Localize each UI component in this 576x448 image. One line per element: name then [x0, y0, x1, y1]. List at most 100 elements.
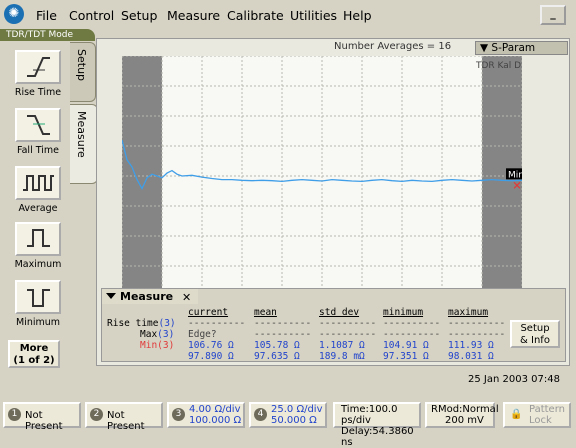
time-line2: Delay:54.3860 ns — [341, 426, 414, 448]
mode-tab[interactable]: TDR/TDT Mode — [0, 29, 95, 41]
rmod-line2: 200 mV — [445, 415, 484, 426]
sparam-label: S-Param — [491, 42, 536, 54]
rise-time-button[interactable]: Rise Time — [10, 50, 66, 98]
channel-3-num: 3 — [172, 408, 185, 421]
channel-4-scale: 25.0 Ω/div 50.000 Ω — [271, 404, 323, 426]
average-button[interactable]: Average — [10, 166, 66, 214]
col-header: std dev — [319, 307, 360, 318]
number-averages: Number Averages = 16 — [334, 41, 452, 52]
more-label: More — [19, 343, 49, 354]
timebase-text: Time:100.0 ps/div Delay:54.3860 ns — [341, 404, 419, 448]
row-label-rise: Rise time(3) — [107, 318, 176, 329]
col-header: minimum — [383, 307, 424, 318]
row-label-max: Max(3) — [107, 329, 176, 340]
col-value: ---------- — [448, 329, 506, 340]
time-line1: Time:100.0 ps/div — [341, 404, 398, 426]
col-value: ---------- — [254, 329, 312, 340]
date-time: 25 Jan 2003 07:48 — [468, 374, 560, 385]
more-button[interactable]: More (1 of 2) — [8, 340, 60, 368]
col-value: 97.890 Ω — [188, 351, 234, 362]
rmod-button[interactable]: RMod:Normal 200 mV — [425, 402, 499, 428]
tab-setup-label: Setup — [75, 49, 88, 82]
menu-measure[interactable]: Measure — [167, 8, 220, 23]
col-value: ---------- — [383, 329, 441, 340]
channel-3-button[interactable]: 3 4.00 Ω/div 100.000 Ω — [167, 402, 245, 428]
channel-4-button[interactable]: 4 25.0 Ω/div 50.000 Ω — [249, 402, 327, 428]
fall-time-icon — [27, 115, 50, 135]
col-value: ---------- — [319, 318, 377, 329]
fall-time-button[interactable]: Fall Time — [10, 108, 66, 156]
waveform-plot[interactable]: TDR Kal Dif Min — [122, 56, 522, 296]
tab-setup[interactable]: Setup — [70, 42, 96, 102]
channel-3-line1: 4.00 Ω/div — [189, 404, 241, 415]
collapse-icon — [106, 293, 116, 299]
channel-4-line1: 25.0 Ω/div — [271, 404, 323, 415]
col-value: ---------- — [319, 329, 377, 340]
col-header: maximum — [448, 307, 489, 318]
row-label-max-ch: (3) — [157, 329, 175, 340]
col-mean: mean ---------- ---------- 105.78 Ω 97.6… — [254, 307, 311, 362]
menu-setup[interactable]: Setup — [121, 8, 157, 23]
rmod-line1: RMod:Normal — [431, 404, 499, 415]
menu-help[interactable]: Help — [343, 8, 372, 23]
tab-measure[interactable]: Measure — [70, 104, 98, 184]
row-label-min-ch: (3) — [157, 340, 175, 351]
more-page-label: (1 of 2) — [13, 355, 55, 366]
col-current: current ---------- Edge? 106.76 Ω 97.890… — [188, 307, 245, 362]
minimize-button[interactable]: _ — [540, 5, 566, 25]
col-value: 106.76 Ω — [188, 340, 234, 351]
close-icon[interactable]: ✕ — [182, 290, 191, 305]
col-maximum: maximum ---------- ---------- 111.93 Ω 9… — [448, 307, 505, 362]
menu-calibrate[interactable]: Calibrate — [227, 8, 284, 23]
min-marker-label: Min — [508, 170, 522, 180]
menu-utilities[interactable]: Utilities — [290, 8, 337, 23]
minimum-button[interactable]: Minimum — [10, 280, 66, 328]
minimum-icon — [27, 289, 50, 307]
col-value: ---------- — [254, 318, 312, 329]
col-value: Edge? — [188, 329, 217, 340]
average-icon — [23, 175, 54, 191]
minimum-label: Minimum — [15, 317, 61, 328]
col-value: ---------- — [383, 318, 441, 329]
maximum-label: Maximum — [14, 259, 62, 270]
pattern-line2: Lock — [529, 415, 552, 426]
menu-file[interactable]: File — [36, 8, 57, 23]
col-value: 104.91 Ω — [383, 340, 429, 351]
pattern-lock-button[interactable]: 🔒 Pattern Lock — [503, 402, 571, 428]
channel-3-line2: 100.000 Ω — [189, 415, 242, 426]
channel-1-button[interactable]: 1 Not Present — [3, 402, 81, 432]
col-header: mean — [254, 307, 277, 318]
timebase-button[interactable]: Time:100.0 ps/div Delay:54.3860 ns — [333, 402, 421, 448]
rise-time-label: Rise Time — [14, 87, 62, 98]
measure-panel-title: Measure — [120, 290, 174, 303]
channel-3-scale: 4.00 Ω/div 100.000 Ω — [189, 404, 241, 426]
menu-bar: ✺ File Control Setup Measure Calibrate U… — [0, 0, 576, 30]
col-value: 97.635 Ω — [254, 351, 300, 362]
rmod-text: RMod:Normal 200 mV — [431, 404, 499, 426]
maximum-button[interactable]: Maximum — [10, 222, 66, 270]
channel-4-num: 4 — [254, 408, 267, 421]
setup-info-button[interactable]: Setup & Info — [510, 320, 560, 348]
average-label: Average — [18, 203, 58, 214]
fall-time-label: Fall Time — [17, 145, 59, 156]
agilent-logo-icon: ✺ — [4, 4, 24, 24]
row-label-rise-name: Rise time — [107, 318, 159, 329]
channel-2-label: Not Present — [107, 410, 145, 432]
measure-panel-header[interactable]: Measure ✕ — [102, 289, 198, 304]
menu-control[interactable]: Control — [69, 8, 114, 23]
col-value: 97.351 Ω — [383, 351, 429, 362]
lock-icon: 🔒 — [510, 409, 523, 420]
pattern-line1: Pattern — [529, 404, 565, 415]
measure-panel: Measure ✕ Rise time(3) Max(3) Min(3) curr… — [101, 288, 566, 362]
col-value: ---------- — [448, 318, 506, 329]
sparam-button[interactable]: ▼ S-Param — [475, 41, 568, 55]
row-label-max-name: Max — [140, 329, 158, 340]
col-value: ---------- — [188, 318, 246, 329]
col-minimum: minimum ---------- ---------- 104.91 Ω 9… — [383, 307, 440, 362]
col-std-dev: std dev ---------- ---------- 1.1087 Ω 1… — [319, 307, 376, 362]
col-value: 111.93 Ω — [448, 340, 494, 351]
row-labels: Rise time(3) Max(3) Min(3) — [107, 318, 176, 351]
channel-2-button[interactable]: 2 Not Present — [85, 402, 163, 432]
row-label-rise-ch: (3) — [158, 318, 176, 329]
col-value: 1.1087 Ω — [319, 340, 365, 351]
